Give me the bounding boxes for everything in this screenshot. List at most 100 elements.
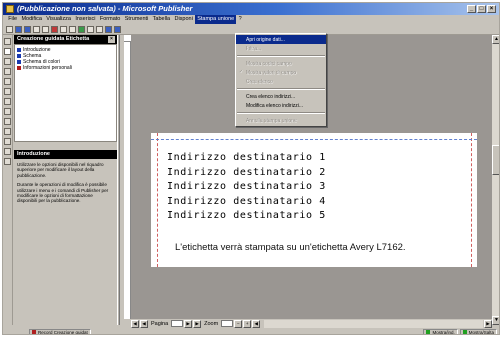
menu-inserisci[interactable]: Inserisci [73, 15, 98, 24]
label-wizard-panel: Creazione guidata Etichetta × Introduzio… [14, 35, 117, 325]
oval-tool-icon[interactable] [4, 118, 11, 125]
page-navigation-bar: ◀ ◀ Pagina ▶ ▶ Zoom − + ◀ ▶ [131, 319, 492, 328]
maximize-button[interactable]: □ [477, 5, 486, 13]
rectangle-tool-icon[interactable] [4, 128, 11, 135]
save-icon[interactable] [24, 25, 31, 33]
label-page[interactable]: Indirizzo destinatario 1 Indirizzo destin… [151, 133, 477, 267]
vertical-scrollbar[interactable]: ▲ ▼ [492, 35, 499, 325]
wizard-close-button[interactable]: × [108, 36, 115, 43]
first-page-icon[interactable]: ◀ [131, 319, 139, 328]
wizard-info-text: Utilizzare le opzioni disponibili nel ri… [14, 159, 117, 279]
scroll-down-arrow-icon[interactable]: ▼ [492, 316, 499, 325]
menu-item-annulla-stampa-unione: Annulla stampa unione [236, 116, 326, 125]
title-bar: (Pubblicazione non salvata) - Microsoft … [3, 3, 499, 15]
table-tool-icon[interactable] [4, 58, 11, 65]
paste-icon[interactable] [69, 25, 76, 33]
menu-item-label: Crea elenco indirizzi... [246, 93, 296, 100]
prev-page-icon[interactable]: ◀ [140, 319, 148, 328]
scroll-up-arrow-icon[interactable]: ▲ [492, 35, 499, 44]
next-page-icon[interactable]: ▶ [184, 319, 193, 328]
close-button[interactable]: × [487, 5, 496, 13]
menu-item-label: Mostra valori di campo [246, 69, 297, 76]
panel-splitter[interactable] [117, 35, 120, 325]
step-bullet-icon [17, 48, 21, 52]
undo-icon[interactable] [87, 25, 94, 33]
menu-item-crea-elenco: Crea elenco [236, 77, 326, 86]
scroll-left-arrow-icon[interactable]: ◀ [252, 319, 261, 328]
menu-item-mostra-codici-campo: Mostra codici campo [236, 59, 326, 68]
menu-help[interactable]: ? [236, 15, 243, 24]
menu-item-modifica-elenco-indirizzi[interactable]: Modifica elenco indirizzi... [236, 101, 326, 110]
status-green-icon [426, 329, 431, 334]
wizard-title: Creazione guidata Etichetta [17, 36, 90, 42]
wizard-header: Creazione guidata Etichetta × [14, 35, 117, 44]
status-cell-show-hide[interactable]: Mostra/ind. [423, 328, 458, 334]
new-icon[interactable] [6, 25, 13, 33]
zoom-label: Zoom [204, 320, 219, 327]
status-cell-show-skip[interactable]: Mostra/Salta [459, 328, 497, 335]
line-tool-icon[interactable] [4, 98, 11, 105]
menu-modifica[interactable]: Modifica [19, 15, 44, 24]
menu-visualizza[interactable]: Visualizza [44, 15, 73, 24]
publisher-app-icon[interactable] [6, 5, 14, 13]
window-title: (Pubblicazione non salvata) - Microsoft … [17, 4, 193, 13]
scroll-thumb[interactable] [492, 145, 499, 175]
menu-formato[interactable]: Formato [98, 15, 123, 24]
checkmark-icon: ✓ [239, 69, 244, 75]
arrow-tool-icon[interactable] [4, 108, 11, 115]
menu-strumenti[interactable]: Strumenti [123, 15, 151, 24]
print-icon[interactable] [33, 25, 40, 33]
address-line: Indirizzo destinatario 4 [167, 195, 326, 207]
scroll-right-arrow-icon[interactable]: ▶ [484, 319, 492, 328]
horizontal-scrollbar[interactable] [264, 319, 483, 328]
taskbar-wizard-button[interactable]: Record Creazione guidat [29, 328, 91, 334]
copy-icon[interactable] [60, 25, 67, 33]
zoom-out-icon[interactable]: − [234, 319, 243, 328]
menu-file[interactable]: File [6, 15, 19, 24]
zoom-out-icon[interactable] [105, 25, 112, 33]
format-painter-icon[interactable] [78, 25, 85, 33]
page-label: Pagina [151, 320, 169, 327]
status-cell-b-label: Mostra/Salta [468, 329, 494, 335]
margin-guide [471, 133, 472, 267]
step-bullet-icon [17, 66, 21, 70]
last-page-icon[interactable]: ▶ [193, 319, 202, 328]
status-bar: Record Creazione guidat Mostra/ind. Most… [3, 328, 499, 335]
preview-icon[interactable] [42, 25, 49, 33]
clipart-tool-icon[interactable] [4, 88, 11, 95]
minimize-button[interactable]: _ [467, 5, 476, 13]
page-number-field[interactable] [171, 320, 184, 327]
autoshape-tool-icon[interactable] [4, 138, 11, 145]
zoom-in-icon[interactable]: + [243, 319, 252, 328]
pointer-tool-icon[interactable] [4, 38, 11, 45]
wizard-steps-list: Introduzione Schema Schema di colori Inform… [14, 44, 117, 142]
status-green-icon [462, 329, 467, 334]
menu-item-label: Modifica elenco indirizzi... [246, 102, 303, 109]
wizard-info-paragraph: Utilizzare le opzioni disponibili nel ri… [17, 162, 104, 178]
address-line: Indirizzo destinatario 5 [167, 210, 326, 221]
menu-item-crea-elenco-indirizzi[interactable]: Crea elenco indirizzi... [236, 92, 326, 101]
zoom-in-icon[interactable] [114, 25, 121, 33]
vertical-ruler[interactable] [124, 42, 131, 319]
picture-tool-icon[interactable] [4, 78, 11, 85]
address-text-frame[interactable]: Indirizzo destinatario 1 Indirizzo destin… [167, 151, 326, 224]
design-gallery-icon[interactable] [4, 158, 11, 165]
menu-item-label: Crea elenco [246, 78, 273, 85]
menu-item-label: Filtra... [246, 45, 262, 52]
wordart-tool-icon[interactable] [4, 68, 11, 75]
menu-item-label: Apri origine dati... [246, 36, 285, 43]
text-tool-icon[interactable] [4, 48, 11, 55]
menu-stampa-unione[interactable]: Stampa unione [195, 15, 237, 24]
hotspot-tool-icon[interactable] [4, 148, 11, 155]
wizard-info-paragraph: Durante le operazioni di modifica è poss… [17, 182, 109, 204]
cut-icon[interactable] [51, 25, 58, 33]
open-icon[interactable] [15, 25, 22, 33]
redo-icon[interactable] [96, 25, 103, 33]
wizard-step-informazioni-personali[interactable]: Informazioni personali [17, 65, 114, 71]
menu-item-apri-origine-dati[interactable]: Apri origine dati... [236, 35, 326, 44]
menu-tabella[interactable]: Tabella [150, 15, 172, 24]
menu-item-label: Mostra codici campo [246, 60, 292, 67]
address-line: Indirizzo destinatario 2 [167, 166, 326, 178]
menu-disponi[interactable]: Disponi [172, 15, 195, 24]
zoom-field[interactable] [221, 320, 234, 327]
